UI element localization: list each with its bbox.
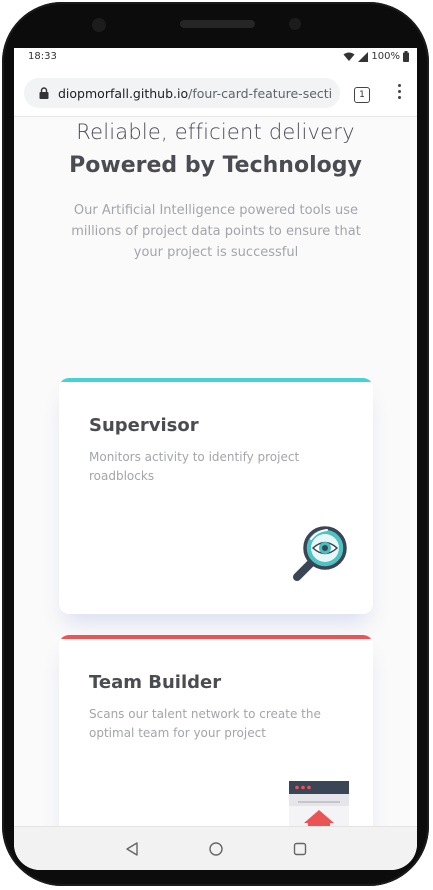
hero-description: Our Artificial Intelligence powered tool… bbox=[71, 203, 361, 260]
battery-percent: 100% bbox=[371, 51, 400, 62]
magnifier-eye-icon bbox=[293, 526, 347, 581]
menu-dot-icon bbox=[397, 90, 401, 93]
menu-dot-icon bbox=[397, 96, 401, 99]
card-accent-border bbox=[59, 378, 373, 382]
status-time: 18:33 bbox=[28, 51, 57, 62]
address-bar[interactable]: diopmorfall.github.io /four-card-feature… bbox=[24, 78, 340, 108]
menu-button[interactable] bbox=[394, 84, 404, 104]
browser-toolbar: diopmorfall.github.io /four-card-feature… bbox=[14, 68, 417, 117]
tab-switcher-button[interactable]: 1 bbox=[354, 87, 370, 103]
hero-subtitle: Reliable, efficient delivery bbox=[76, 120, 355, 144]
card-supervisor: Supervisor Monitors activity to identify… bbox=[59, 378, 373, 614]
back-icon[interactable] bbox=[125, 841, 139, 857]
battery-icon bbox=[403, 51, 409, 62]
speaker-grille bbox=[180, 20, 255, 28]
recents-icon[interactable] bbox=[292, 841, 308, 857]
card-description: Scans our talent network to create the o… bbox=[89, 707, 321, 740]
card-title: Team Builder bbox=[89, 672, 222, 693]
phone-top-bezel bbox=[0, 0, 433, 48]
card-accent-border bbox=[59, 635, 373, 639]
camera-icon bbox=[92, 18, 106, 32]
hero-title: Powered by Technology bbox=[69, 153, 362, 178]
card-title: Supervisor bbox=[89, 415, 199, 436]
status-bar: 18:33 100% bbox=[14, 48, 417, 68]
lock-icon bbox=[39, 87, 49, 99]
menu-dot-icon bbox=[397, 84, 401, 87]
card-description: Monitors activity to identify project ro… bbox=[89, 450, 300, 483]
sensor-icon bbox=[289, 18, 301, 30]
phone-screen: 18:33 100% diopmorfall.github.io /four-c… bbox=[14, 48, 417, 870]
wifi-icon bbox=[343, 52, 355, 61]
android-nav-bar bbox=[14, 826, 417, 870]
page-content: Reliable, efficient delivery Powered by … bbox=[14, 117, 417, 870]
status-icons: 100% bbox=[343, 51, 409, 62]
home-icon[interactable] bbox=[208, 841, 224, 857]
url-domain: diopmorfall.github.io bbox=[58, 85, 189, 101]
signal-icon bbox=[358, 51, 369, 62]
url-path: /four-card-feature-secti bbox=[188, 85, 333, 101]
